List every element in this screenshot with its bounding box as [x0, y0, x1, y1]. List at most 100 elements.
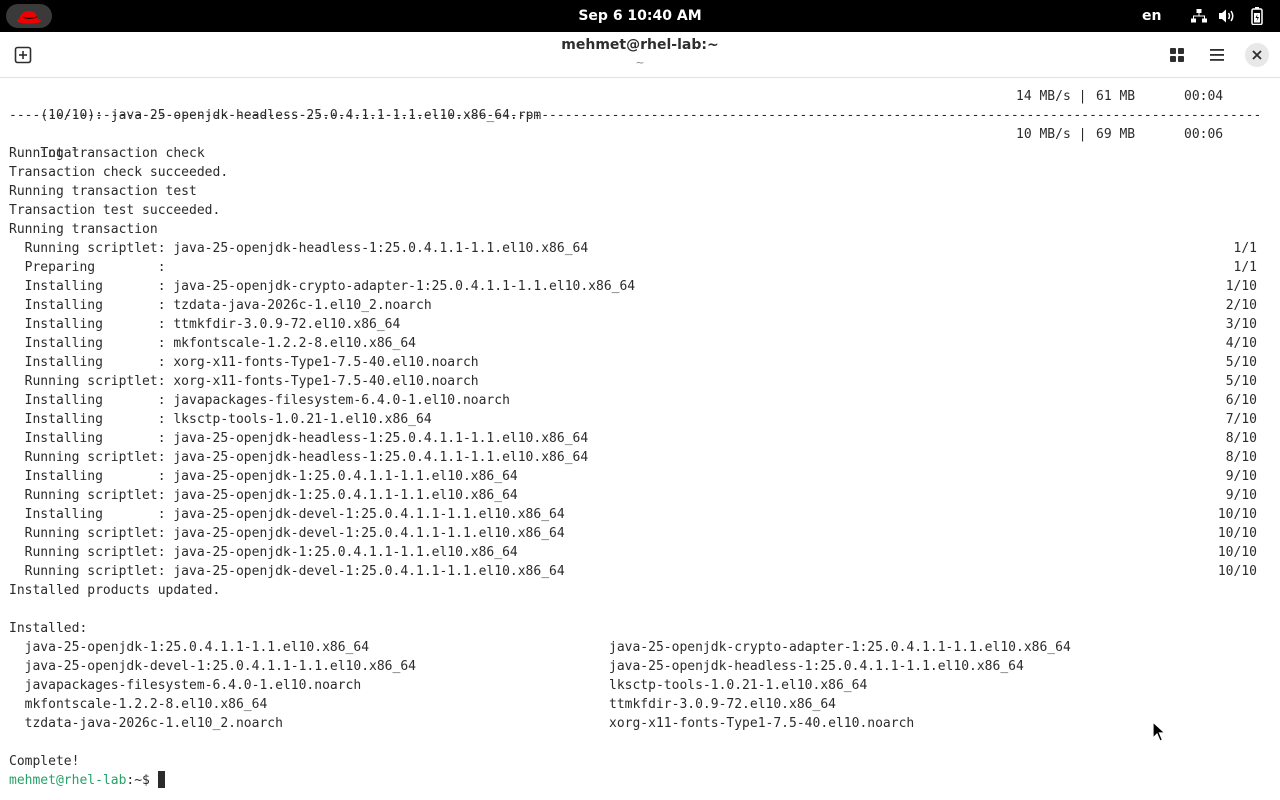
installed-package: xorg-x11-fonts-Type1-7.5-40.el10.noarch	[609, 716, 915, 731]
installed-row: java-25-openjdk-1:25.0.4.1.1-1.1.el10.x8…	[9, 638, 1271, 657]
step-text: Installing : java-25-openjdk-crypto-adap…	[9, 279, 636, 294]
transaction-step: Installing : java-25-openjdk-devel-1:25.…	[9, 505, 1271, 524]
step-text: Running scriptlet: java-25-openjdk-1:25.…	[9, 488, 518, 503]
step-progress: 9/10	[1225, 469, 1257, 484]
products-updated-line: Installed products updated.	[9, 583, 221, 598]
step-progress: 8/10	[1225, 431, 1257, 446]
installed-package: java-25-openjdk-1:25.0.4.1.1-1.1.el10.x8…	[9, 640, 370, 655]
step-text: Installing : java-25-openjdk-devel-1:25.…	[9, 507, 565, 522]
clock[interactable]: Sep 6 10:40 AM	[578, 8, 701, 24]
installed-label: Installed:	[9, 621, 88, 636]
status-line: Transaction test succeeded.	[9, 203, 221, 218]
transaction-step: Running scriptlet: java-25-openjdk-devel…	[9, 562, 1271, 581]
step-text: Installing : ttmkfdir-3.0.9-72.el10.x86_…	[9, 317, 401, 332]
mouse-pointer-icon	[1152, 721, 1166, 742]
step-progress: 10/10	[1217, 564, 1257, 579]
transaction-step: Installing : java-25-openjdk-headless-1:…	[9, 429, 1271, 448]
step-progress: 8/10	[1225, 450, 1257, 465]
step-progress: 1/1	[1233, 260, 1257, 275]
volume-icon[interactable]	[1218, 8, 1236, 24]
tab-overview-icon	[1170, 48, 1184, 62]
status-line: Running transaction check	[9, 146, 205, 161]
step-text: Installing : java-25-openjdk-1:25.0.4.1.…	[9, 469, 518, 484]
transaction-step: Installing : tzdata-java-2026c-1.el10_2.…	[9, 296, 1271, 315]
installed-row: mkfontscale-1.2.2-8.el10.x86_64 ttmkfdir-…	[9, 695, 1271, 714]
installed-package: javapackages-filesystem-6.4.0-1.el10.noa…	[9, 678, 362, 693]
total-size: 69 MB	[1096, 127, 1136, 142]
step-text: Running scriptlet: java-25-openjdk-devel…	[9, 526, 565, 541]
step-text: Running scriptlet: java-25-openjdk-headl…	[9, 450, 589, 465]
transaction-step: Preparing : 1/1	[9, 258, 1271, 277]
step-text: Installing : mkfontscale-1.2.2-8.el10.x8…	[9, 336, 416, 351]
step-progress: 5/10	[1225, 355, 1257, 370]
terminal-output[interactable]: (10/10): java-25-openjdk-headless-25.0.4…	[9, 87, 1271, 793]
transaction-step: Installing : ttmkfdir-3.0.9-72.el10.x86_…	[9, 315, 1271, 334]
redhat-logo-icon	[17, 11, 41, 24]
step-text: Installing : javapackages-filesystem-6.4…	[9, 393, 510, 408]
step-progress: 7/10	[1225, 412, 1257, 427]
installed-package: mkfontscale-1.2.2-8.el10.x86_64	[9, 697, 268, 712]
activities-button[interactable]	[6, 4, 52, 28]
shell-prompt[interactable]: mehmet@rhel-lab:~$	[9, 771, 1271, 790]
transaction-step: Installing : mkfontscale-1.2.2-8.el10.x8…	[9, 334, 1271, 353]
installed-row: tzdata-java-2026c-1.el10_2.noarch xorg-x1…	[9, 714, 1271, 733]
installed-package: java-25-openjdk-headless-1:25.0.4.1.1-1.…	[609, 659, 1024, 674]
network-icon[interactable]	[1190, 8, 1208, 24]
download-size: 61 MB	[1096, 89, 1136, 104]
transaction-step: Running scriptlet: xorg-x11-fonts-Type1-…	[9, 372, 1271, 391]
step-progress: 1/1	[1233, 241, 1257, 256]
menu-icon	[1210, 49, 1224, 61]
transaction-step: Installing : lksctp-tools-1.0.21-1.el10.…	[9, 410, 1271, 429]
step-text: Running scriptlet: java-25-openjdk-devel…	[9, 564, 565, 579]
window-title: mehmet@rhel-lab:~	[561, 37, 719, 53]
download-line: (10/10): java-25-openjdk-headless-25.0.4…	[9, 87, 1271, 123]
installed-package: ttmkfdir-3.0.9-72.el10.x86_64	[609, 697, 836, 712]
step-progress: 4/10	[1225, 336, 1257, 351]
transaction-step: Running scriptlet: java-25-openjdk-1:25.…	[9, 486, 1271, 505]
status-line: Running transaction test	[9, 184, 197, 199]
complete-line: Complete!	[9, 754, 80, 769]
prompt-path: :~$	[126, 773, 158, 788]
step-progress: 6/10	[1225, 393, 1257, 408]
download-time: 00:04	[1184, 89, 1224, 104]
download-speed: 14 MB/s |	[1016, 89, 1087, 104]
step-text: Installing : tzdata-java-2026c-1.el10_2.…	[9, 298, 432, 313]
text-cursor	[157, 771, 165, 788]
status-line: Running transaction	[9, 222, 158, 237]
transaction-step: Installing : java-25-openjdk-1:25.0.4.1.…	[9, 467, 1271, 486]
installed-row: javapackages-filesystem-6.4.0-1.el10.noa…	[9, 676, 1271, 695]
language-indicator[interactable]: en	[1142, 0, 1161, 32]
main-menu-button[interactable]	[1206, 44, 1228, 66]
step-text: Installing : lksctp-tools-1.0.21-1.el10.…	[9, 412, 432, 427]
step-progress: 2/10	[1225, 298, 1257, 313]
close-window-button[interactable]	[1245, 43, 1269, 67]
installed-row: java-25-openjdk-devel-1:25.0.4.1.1-1.1.e…	[9, 657, 1271, 676]
total-speed: 10 MB/s |	[1016, 127, 1087, 142]
prompt-user-host: mehmet@rhel-lab	[9, 773, 127, 788]
transaction-step: Running scriptlet: java-25-openjdk-1:25.…	[9, 543, 1271, 562]
step-progress: 10/10	[1217, 507, 1257, 522]
status-line: Transaction check succeeded.	[9, 165, 229, 180]
tab-overview-button[interactable]	[1166, 44, 1188, 66]
step-text: Preparing :	[9, 260, 166, 275]
close-icon	[1252, 50, 1262, 60]
step-text: Running scriptlet: java-25-openjdk-headl…	[9, 241, 589, 256]
battery-icon[interactable]	[1248, 7, 1266, 25]
step-progress: 10/10	[1217, 545, 1257, 560]
installed-package: java-25-openjdk-crypto-adapter-1:25.0.4.…	[609, 640, 1071, 655]
step-text: Running scriptlet: xorg-x11-fonts-Type1-…	[9, 374, 479, 389]
step-progress: 9/10	[1225, 488, 1257, 503]
separator-line: ----------------------------------------…	[9, 108, 1259, 123]
transaction-step: Running scriptlet: java-25-openjdk-headl…	[9, 239, 1271, 258]
transaction-step: Running scriptlet: java-25-openjdk-devel…	[9, 524, 1271, 543]
installed-package: lksctp-tools-1.0.21-1.el10.x86_64	[609, 678, 868, 693]
step-progress: 1/10	[1225, 279, 1257, 294]
step-text: Installing : xorg-x11-fonts-Type1-7.5-40…	[9, 355, 479, 370]
transaction-step: Running scriptlet: java-25-openjdk-headl…	[9, 448, 1271, 467]
total-line: Total 10 MB/s | 69 MB 00:06	[9, 125, 1271, 161]
step-progress: 3/10	[1225, 317, 1257, 332]
step-text: Installing : java-25-openjdk-headless-1:…	[9, 431, 589, 446]
transaction-step: Installing : java-25-openjdk-crypto-adap…	[9, 277, 1271, 296]
